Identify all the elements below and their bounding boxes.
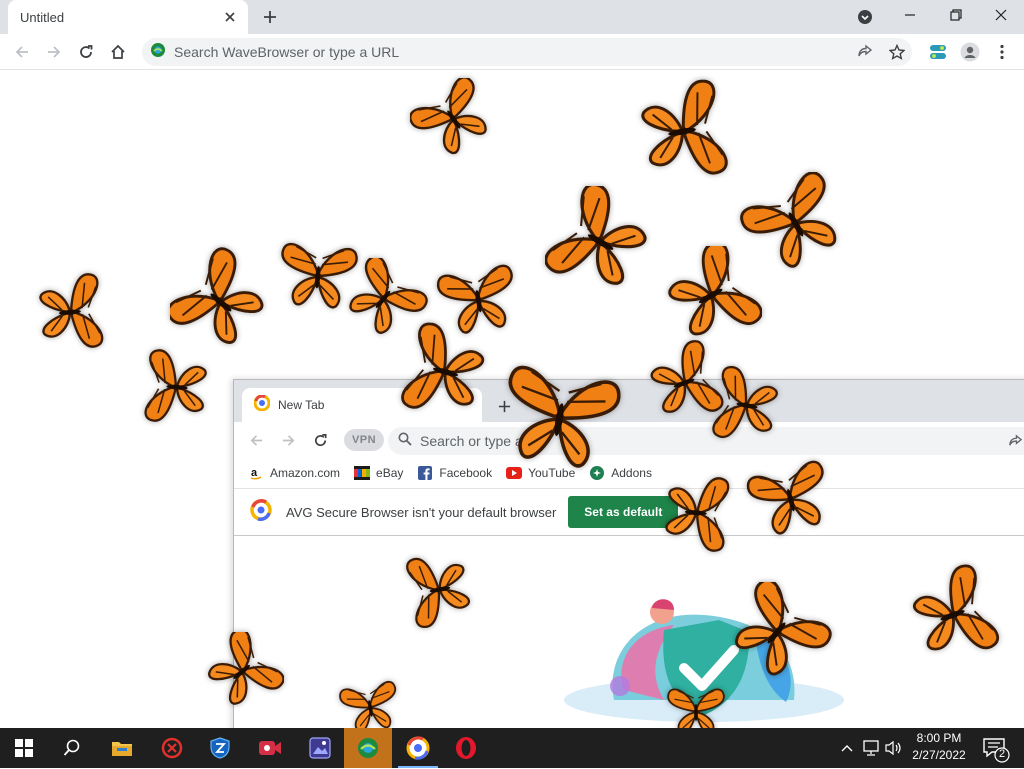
address-bar-placeholder: Search WaveBrowser or type a URL (174, 44, 400, 60)
address-bar[interactable]: Search WaveBrowser or type a URL (142, 38, 912, 66)
vpn-toggle[interactable]: VPN (344, 429, 384, 451)
wavebrowser-icon[interactable] (344, 728, 392, 768)
bookmark-label: Facebook (439, 466, 493, 480)
butterfly-19 (910, 561, 1002, 669)
bookmark-ebay[interactable]: eBay (354, 465, 403, 481)
notification-count: 2 (998, 748, 1006, 760)
antivirus-icon[interactable] (148, 728, 196, 768)
reload-icon[interactable] (72, 38, 100, 66)
search-icon (398, 432, 412, 451)
extension-icon[interactable] (924, 40, 952, 64)
close-tab-icon[interactable] (218, 5, 242, 29)
default-browser-infobar: AVG Secure Browser isn't your default br… (234, 488, 1024, 536)
shield-icon[interactable] (196, 728, 244, 768)
butterfly-17 (744, 458, 837, 538)
butterfly-5 (37, 272, 105, 352)
ebay-icon (354, 465, 371, 481)
file-explorer-icon[interactable] (98, 728, 146, 768)
butterfly-18 (404, 549, 474, 630)
butterfly-11 (143, 348, 209, 426)
network-icon[interactable] (860, 736, 882, 760)
image-app-icon[interactable] (296, 728, 344, 768)
opera-icon[interactable] (442, 728, 490, 768)
profile-icon[interactable] (956, 40, 984, 64)
close-window-icon[interactable] (978, 0, 1024, 30)
clock-time: 8:00 PM (916, 731, 962, 745)
inner-tab-title: New Tab (278, 398, 325, 412)
tray-chevron-up-icon[interactable] (838, 736, 856, 760)
butterfly-15 (710, 364, 782, 447)
inner-forward-arrow-icon[interactable] (276, 428, 300, 452)
butterfly-13 (496, 363, 623, 473)
menu-kebab-icon[interactable] (990, 40, 1014, 64)
tab-title: Untitled (20, 9, 65, 25)
windows-start-icon[interactable] (0, 728, 48, 768)
inner-share-icon[interactable] (1004, 430, 1024, 452)
amazon-icon: a (248, 465, 264, 481)
system-clock[interactable]: 8:00 PM 2/27/2022 (904, 730, 974, 766)
bookmark-label: eBay (376, 466, 404, 480)
search-icon[interactable] (48, 728, 96, 768)
butterfly-20 (724, 582, 834, 678)
bookmark-label: Amazon.com (270, 466, 341, 480)
share-icon[interactable] (852, 40, 878, 64)
butterfly-12 (398, 320, 488, 424)
avg-logo-icon (253, 394, 271, 416)
home-icon[interactable] (104, 38, 132, 66)
bookmark-amazon[interactable]: a Amazon.com (248, 465, 340, 481)
butterfly-16 (663, 473, 731, 553)
inner-reload-icon[interactable] (308, 428, 332, 452)
butterfly-1 (410, 78, 494, 156)
bookmark-facebook[interactable]: Facebook (417, 465, 492, 481)
facebook-icon (417, 465, 433, 481)
forward-arrow-icon[interactable] (40, 38, 68, 66)
video-recorder-icon[interactable] (246, 728, 294, 768)
back-arrow-icon[interactable] (8, 38, 36, 66)
notification-center-icon[interactable]: 2 (978, 732, 1012, 764)
butterfly-3 (545, 186, 649, 294)
bookmarks-bar: a Amazon.com eBay Facebook YouTube Addon… (234, 460, 1024, 486)
butterfly-22 (338, 679, 403, 736)
minimize-icon[interactable] (888, 0, 932, 30)
wavebrowser-logo-icon (150, 42, 166, 63)
restore-icon[interactable] (934, 0, 978, 30)
tab-untitled[interactable]: Untitled (8, 0, 248, 34)
inner-back-arrow-icon[interactable] (244, 428, 268, 452)
butterfly-2 (637, 77, 730, 186)
bookmark-star-icon[interactable] (884, 40, 910, 64)
infobar-message: AVG Secure Browser isn't your default br… (286, 504, 557, 520)
avg-browser-logo-icon (250, 498, 272, 526)
volume-icon[interactable] (884, 736, 904, 760)
butterfly-21 (204, 632, 284, 708)
avg-browser-icon[interactable] (394, 728, 442, 768)
clock-date: 2/27/2022 (912, 748, 966, 762)
butterfly-10 (666, 246, 762, 342)
new-tab-icon[interactable] (256, 4, 284, 30)
svg-text:a: a (251, 467, 258, 479)
tab-search-icon[interactable] (852, 4, 878, 30)
